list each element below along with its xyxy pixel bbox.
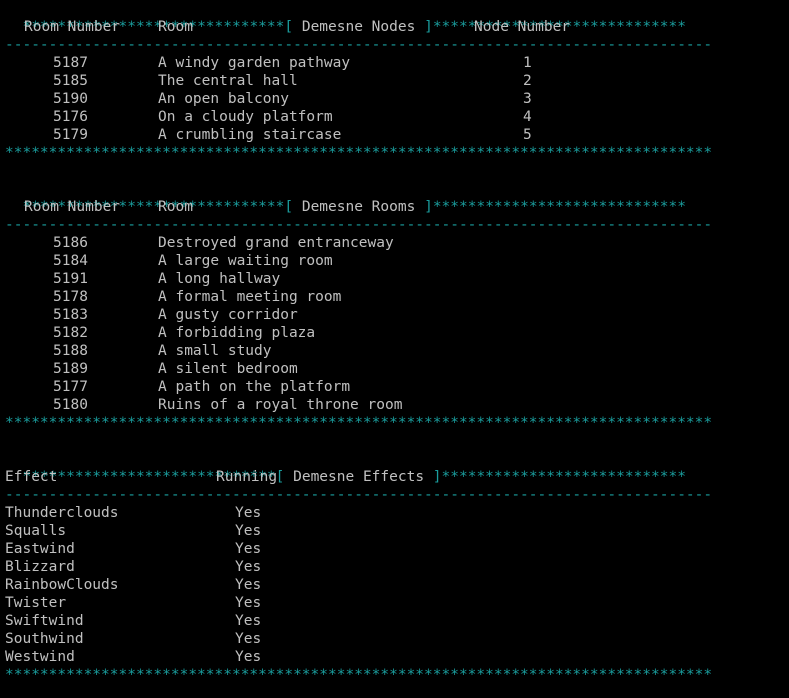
node-room-number: 5179 — [53, 127, 88, 143]
room-name: Destroyed grand entranceway — [158, 235, 394, 251]
effects-header-divider: ----------------------------------------… — [5, 487, 713, 503]
effects-table-row: Blizzard Yes — [5, 558, 765, 576]
nodes-header-row: Room Number Room Node Number — [5, 18, 765, 36]
nodes-table-row: 5179 A crumbling staircase 5 — [5, 126, 765, 144]
rooms-table-row: 5178 A formal meeting room — [5, 288, 765, 306]
mud-client-terminal: { "separators": { "star_line": "********… — [0, 0, 789, 698]
room-number: 5184 — [53, 253, 88, 269]
rooms-table-row: 5180 Ruins of a royal throne room — [5, 396, 765, 414]
effect-running-status: Yes — [235, 541, 262, 557]
node-room-name: On a cloudy platform — [158, 109, 333, 125]
node-room-number: 5176 — [53, 109, 88, 125]
room-number: 5191 — [53, 271, 88, 287]
effect-running-status: Yes — [235, 595, 262, 611]
room-number: 5188 — [53, 343, 88, 359]
rooms-table-row: 5186 Destroyed grand entranceway — [5, 234, 765, 252]
effects-table-row: RainbowClouds Yes — [5, 576, 765, 594]
room-number: 5182 — [53, 325, 88, 341]
room-number: 5178 — [53, 289, 88, 305]
nodes-table-row: 5187 A windy garden pathway 1 — [5, 54, 765, 72]
room-name: A forbidding plaza — [158, 325, 316, 341]
nodes-footer-divider: ****************************************… — [5, 145, 713, 161]
effect-running-status: Yes — [235, 577, 262, 593]
rooms-table-row: 5188 A small study — [5, 342, 765, 360]
rooms-table-row: 5177 A path on the platform — [5, 378, 765, 396]
effect-name: Blizzard — [5, 559, 75, 575]
rooms-table-row: 5183 A gusty corridor — [5, 306, 765, 324]
effect-running-status: Yes — [235, 613, 262, 629]
room-name: A long hallway — [158, 271, 281, 287]
room-name: Ruins of a royal throne room — [158, 397, 403, 413]
effects-table-row: Westwind Yes — [5, 648, 765, 666]
node-room-number: 5185 — [53, 73, 88, 89]
rooms-header-room: Room — [158, 199, 193, 215]
effect-running-status: Yes — [235, 523, 262, 539]
node-room-name: The central hall — [158, 73, 298, 89]
effect-name: Thunderclouds — [5, 505, 119, 521]
effects-header-row: Effect Running — [5, 468, 765, 486]
nodes-header-room-number: Room Number — [24, 19, 121, 35]
rooms-footer-divider: ****************************************… — [5, 415, 713, 431]
effects-header-effect: Effect — [5, 469, 58, 485]
room-number: 5183 — [53, 307, 88, 323]
effect-name: Squalls — [5, 523, 67, 539]
rooms-table-row: 5189 A silent bedroom — [5, 360, 765, 378]
room-number: 5189 — [53, 361, 88, 377]
nodes-header-divider: ----------------------------------------… — [5, 37, 713, 53]
effect-name: RainbowClouds — [5, 577, 119, 593]
room-name: A formal meeting room — [158, 289, 342, 305]
node-number: 1 — [523, 55, 532, 71]
room-name: A path on the platform — [158, 379, 351, 395]
rooms-table-row: 5191 A long hallway — [5, 270, 765, 288]
effect-name: Southwind — [5, 631, 84, 647]
effects-header-running: Running — [216, 469, 278, 485]
effect-name: Westwind — [5, 649, 75, 665]
room-name: A silent bedroom — [158, 361, 298, 377]
nodes-table-row: 5176 On a cloudy platform 4 — [5, 108, 765, 126]
effect-running-status: Yes — [235, 649, 262, 665]
node-room-number: 5187 — [53, 55, 88, 71]
room-number: 5186 — [53, 235, 88, 251]
effects-table-row: Thunderclouds Yes — [5, 504, 765, 522]
effect-name: Eastwind — [5, 541, 75, 557]
node-number: 3 — [523, 91, 532, 107]
effect-name: Swiftwind — [5, 613, 84, 629]
effects-footer-divider: ****************************************… — [5, 667, 713, 683]
nodes-table-row: 5185 The central hall 2 — [5, 72, 765, 90]
room-name: A small study — [158, 343, 272, 359]
node-room-name: A crumbling staircase — [158, 127, 342, 143]
effects-table-row: Squalls Yes — [5, 522, 765, 540]
effects-table-row: Eastwind Yes — [5, 540, 765, 558]
nodes-header-node-number: Node Number — [474, 19, 571, 35]
nodes-title-line: ******************************[ Demesne … — [5, 0, 686, 35]
room-number: 5180 — [53, 397, 88, 413]
effects-table-row: Swiftwind Yes — [5, 612, 765, 630]
rooms-table-row: 5182 A forbidding plaza — [5, 324, 765, 342]
effect-running-status: Yes — [235, 559, 262, 575]
effects-title-line: *****************************[ Demesne E… — [5, 450, 686, 485]
effect-name: Twister — [5, 595, 67, 611]
rooms-header-row: Room Number Room — [5, 198, 765, 216]
nodes-table-row: 5190 An open balcony 3 — [5, 90, 765, 108]
effect-running-status: Yes — [235, 505, 262, 521]
node-number: 2 — [523, 73, 532, 89]
rooms-header-room-number: Room Number — [24, 199, 121, 215]
effects-table-row: Southwind Yes — [5, 630, 765, 648]
nodes-header-room: Room — [158, 19, 193, 35]
effects-table-row: Twister Yes — [5, 594, 765, 612]
room-number: 5177 — [53, 379, 88, 395]
effect-running-status: Yes — [235, 631, 262, 647]
node-room-number: 5190 — [53, 91, 88, 107]
node-room-name: An open balcony — [158, 91, 289, 107]
room-name: A large waiting room — [158, 253, 333, 269]
rooms-title-line: ******************************[ Demesne … — [5, 180, 686, 215]
node-number: 4 — [523, 109, 532, 125]
node-room-name: A windy garden pathway — [158, 55, 351, 71]
node-number: 5 — [523, 127, 532, 143]
rooms-header-divider: ----------------------------------------… — [5, 217, 713, 233]
rooms-table-row: 5184 A large waiting room — [5, 252, 765, 270]
room-name: A gusty corridor — [158, 307, 298, 323]
